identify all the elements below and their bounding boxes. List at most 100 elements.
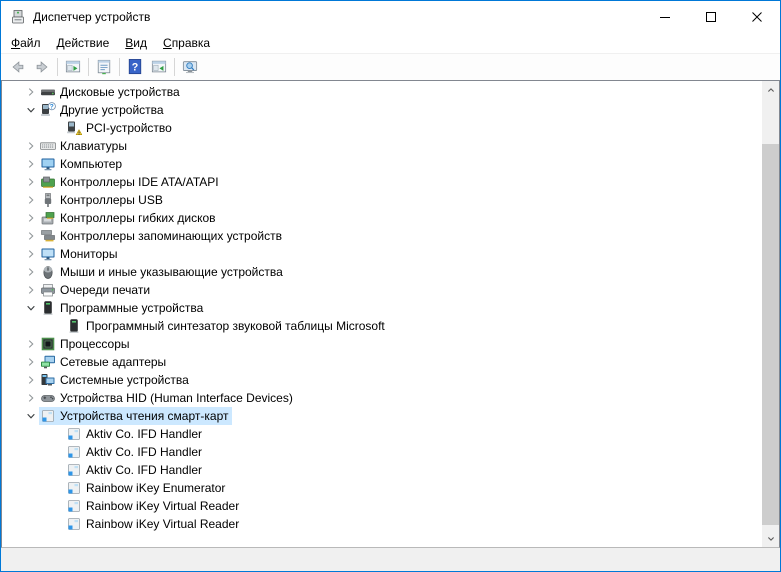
tree-item-label[interactable]: Мыши и иные указывающие устройства [39, 263, 287, 281]
menu-item-action[interactable]: Действие [49, 34, 118, 52]
chevron-right-icon[interactable] [23, 390, 39, 406]
chevron-down-icon[interactable] [23, 408, 39, 424]
tree-item-label[interactable]: Компьютер [39, 155, 126, 173]
tree-item[interactable]: Контроллеры IDE ATA/ATAPI [2, 173, 762, 191]
svg-text:?: ? [50, 104, 54, 111]
help-button[interactable]: ? [123, 56, 147, 78]
tree-item-label[interactable]: ? Другие устройства [39, 101, 168, 119]
tree-item-label[interactable]: Программный синтезатор звуковой таблицы … [65, 317, 389, 335]
chevron-right-icon[interactable] [23, 174, 39, 190]
chevron-right-icon[interactable] [23, 282, 39, 298]
show-console-tree-button[interactable] [61, 56, 85, 78]
window-controls [642, 1, 780, 32]
tree-item[interactable]: Rainbow iKey Virtual Reader [2, 515, 762, 533]
tree-item[interactable]: Rainbow iKey Enumerator [2, 479, 762, 497]
chevron-right-icon[interactable] [23, 336, 39, 352]
tree-item-label[interactable]: Контроллеры USB [39, 191, 167, 209]
chevron-right-icon[interactable] [23, 138, 39, 154]
tree-item-label[interactable]: Контроллеры запоминающих устройств [39, 227, 286, 245]
tree-item[interactable]: Сетевые адаптеры [2, 353, 762, 371]
tree-item[interactable]: ? Другие устройства [2, 101, 762, 119]
close-button[interactable] [734, 1, 780, 32]
properties-button[interactable] [92, 56, 116, 78]
chevron-right-icon[interactable] [23, 210, 39, 226]
ide-controller-icon [40, 174, 56, 190]
maximize-button[interactable] [688, 1, 734, 32]
chevron-right-icon[interactable] [23, 228, 39, 244]
chevron-right-icon[interactable] [23, 84, 39, 100]
tree-item[interactable]: Мониторы [2, 245, 762, 263]
tree-item[interactable]: Процессоры [2, 335, 762, 353]
tree-item-label[interactable]: Клавиатуры [39, 137, 131, 155]
tree-item-label[interactable]: Aktiv Co. IFD Handler [65, 461, 206, 479]
tree-item-text: Компьютер [60, 157, 122, 171]
tree-item[interactable]: Rainbow iKey Virtual Reader [2, 497, 762, 515]
menu-item-file[interactable]: Файл [3, 34, 49, 52]
tree-item-label[interactable]: Сетевые адаптеры [39, 353, 170, 371]
tree-item-label[interactable]: Rainbow iKey Virtual Reader [65, 497, 243, 515]
chevron-right-icon[interactable] [23, 246, 39, 262]
chevron-down-icon[interactable] [23, 300, 39, 316]
chevron-right-icon[interactable] [23, 156, 39, 172]
tree-item-label[interactable]: Контроллеры IDE ATA/ATAPI [39, 173, 223, 191]
tree-item-label[interactable]: Дисковые устройства [39, 83, 184, 101]
tree-item-label[interactable]: Очереди печати [39, 281, 154, 299]
tree-item[interactable]: Компьютер [2, 155, 762, 173]
tree-item[interactable]: Устройства чтения смарт-карт [2, 407, 762, 425]
scrollbar-track[interactable] [762, 98, 779, 530]
tree-item-label[interactable]: PCI-устройство [65, 119, 176, 137]
tree-item-label[interactable]: Устройства HID (Human Interface Devices) [39, 389, 297, 407]
tree-item-label[interactable]: Мониторы [39, 245, 121, 263]
tree-item[interactable]: Контроллеры USB [2, 191, 762, 209]
menu-item-help[interactable]: Справка [155, 34, 218, 52]
processor-icon [40, 336, 56, 352]
scrollbar-thumb[interactable] [762, 144, 779, 525]
scroll-down-button[interactable] [762, 530, 779, 547]
tree-item[interactable]: Клавиатуры [2, 137, 762, 155]
tree-item-label[interactable]: Aktiv Co. IFD Handler [65, 425, 206, 443]
tree-item-text: Контроллеры IDE ATA/ATAPI [60, 175, 219, 189]
tree-item-label[interactable]: Контроллеры гибких дисков [39, 209, 220, 227]
tree-item[interactable]: Дисковые устройства [2, 83, 762, 101]
chevron-right-icon[interactable] [23, 192, 39, 208]
action-pane-button[interactable] [147, 56, 171, 78]
chevron-down-icon[interactable] [23, 102, 39, 118]
tree-item-label[interactable]: Aktiv Co. IFD Handler [65, 443, 206, 461]
tree-item-label[interactable]: Системные устройства [39, 371, 193, 389]
scan-hardware-button[interactable] [178, 56, 202, 78]
minimize-button[interactable] [642, 1, 688, 32]
smartcard-reader-icon [40, 408, 56, 424]
tree-item[interactable]: Устройства HID (Human Interface Devices) [2, 389, 762, 407]
tree-item[interactable]: Мыши и иные указывающие устройства [2, 263, 762, 281]
tree-item-label[interactable]: Программные устройства [39, 299, 207, 317]
arrow-back-icon [10, 59, 26, 75]
tree-item[interactable]: Программный синтезатор звуковой таблицы … [2, 317, 762, 335]
tree-item[interactable]: Aktiv Co. IFD Handler [2, 461, 762, 479]
chevron-right-icon[interactable] [23, 372, 39, 388]
tree-item[interactable]: PCI-устройство [2, 119, 762, 137]
tree-item[interactable]: Контроллеры запоминающих устройств [2, 227, 762, 245]
tree-item-label[interactable]: Rainbow iKey Virtual Reader [65, 515, 243, 533]
scroll-up-button[interactable] [762, 81, 779, 98]
tree-item[interactable]: Программные устройства [2, 299, 762, 317]
tree-item[interactable]: Контроллеры гибких дисков [2, 209, 762, 227]
tree-item[interactable]: Системные устройства [2, 371, 762, 389]
tree-item[interactable]: Очереди печати [2, 281, 762, 299]
unknown-device-icon: ? [40, 102, 56, 118]
forward-button[interactable] [30, 56, 54, 78]
tree-item-text: Другие устройства [60, 103, 164, 117]
tree-item-text: Системные устройства [60, 373, 189, 387]
tree-item-label[interactable]: Rainbow iKey Enumerator [65, 479, 229, 497]
tree-item-label[interactable]: Процессоры [39, 335, 134, 353]
tree-item-label[interactable]: Устройства чтения смарт-карт [39, 407, 232, 425]
smartcard-reader-icon [66, 462, 82, 478]
vertical-scrollbar[interactable] [762, 81, 779, 547]
chevron-right-icon[interactable] [23, 264, 39, 280]
content-panel: Дисковые устройства? Другие устройства PCI… [1, 80, 780, 548]
back-button[interactable] [6, 56, 30, 78]
tree-item[interactable]: Aktiv Co. IFD Handler [2, 443, 762, 461]
toolbar-separator [57, 58, 58, 76]
menu-item-view[interactable]: Вид [117, 34, 155, 52]
chevron-right-icon[interactable] [23, 354, 39, 370]
tree-item[interactable]: Aktiv Co. IFD Handler [2, 425, 762, 443]
